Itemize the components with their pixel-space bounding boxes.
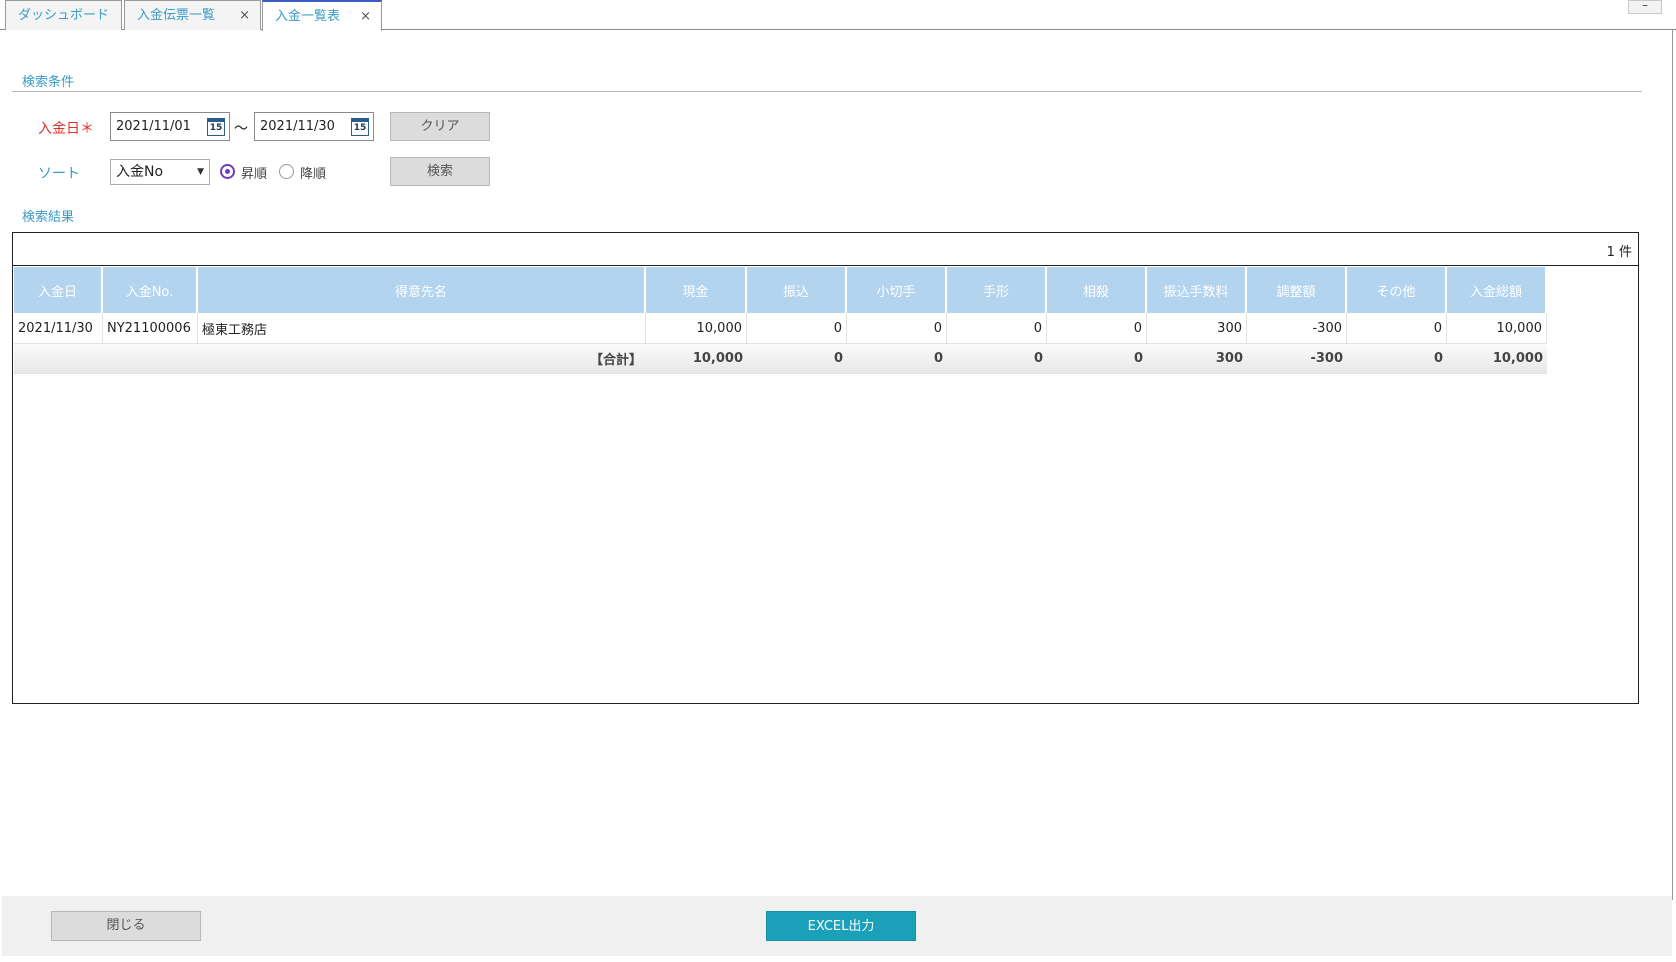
cell-customer: 極東工務店 <box>198 313 646 344</box>
total-cash: 10,000 <box>646 344 747 374</box>
sort-label: ソート <box>38 166 80 182</box>
table-header-row: 入金日 入金No. 得意先名 現金 振込 小切手 手形 相殺 振込手数料 調整額… <box>14 267 1547 313</box>
clear-button[interactable]: クリア <box>390 112 490 141</box>
date-to-input[interactable]: 2021/11/30 15 <box>254 112 374 141</box>
total-label: 【合計】 <box>14 344 646 374</box>
date-from-value: 2021/11/01 <box>116 119 191 134</box>
cell-deposit-no: NY21100006 <box>103 313 198 344</box>
search-section-title: 検索条件 <box>22 75 75 90</box>
cell-transfer: 0 <box>747 313 847 344</box>
radio-ascending[interactable] <box>220 164 235 179</box>
column-header[interactable]: 得意先名 <box>198 267 646 313</box>
column-header[interactable]: 入金総額 <box>1447 267 1547 313</box>
table-row[interactable]: 2021/11/30 NY21100006 極東工務店 10,000 0 0 0… <box>14 313 1547 344</box>
total-other: 0 <box>1347 344 1447 374</box>
column-header[interactable]: 振込手数料 <box>1147 267 1247 313</box>
total-amount: 10,000 <box>1447 344 1547 374</box>
results-section-title: 検索結果 <box>22 210 75 225</box>
cell-total-amount: 10,000 <box>1447 313 1547 344</box>
section-divider <box>12 91 1642 92</box>
cell-adjustment: -300 <box>1247 313 1347 344</box>
results-table: 入金日 入金No. 得意先名 現金 振込 小切手 手形 相殺 振込手数料 調整額… <box>14 267 1547 374</box>
deposit-date-label: 入金日＊ <box>38 121 94 137</box>
sort-select[interactable]: 入金No ▼ <box>110 159 210 185</box>
results-panel: 1 件 入金日 入金No. 得意先名 現金 振込 小切手 手形 相殺 振込手数料… <box>12 232 1639 704</box>
radio-ascending-label: 昇順 <box>241 167 268 182</box>
tab-deposit-slip-list[interactable]: 入金伝票一覧 × <box>124 0 261 30</box>
cell-offset: 0 <box>1047 313 1147 344</box>
column-header[interactable]: その他 <box>1347 267 1447 313</box>
footer-bar: 閉じる EXCEL出力 <box>2 896 1672 956</box>
column-header[interactable]: 手形 <box>947 267 1047 313</box>
close-icon[interactable]: × <box>239 1 250 31</box>
result-count-bar: 1 件 <box>13 233 1638 266</box>
total-offset: 0 <box>1047 344 1147 374</box>
tab-label: 入金一覧表 <box>275 9 341 24</box>
tab-label: 入金伝票一覧 <box>137 8 216 23</box>
total-transfer-fee: 300 <box>1147 344 1247 374</box>
chevron-down-icon: ▼ <box>197 167 204 177</box>
column-header[interactable]: 相殺 <box>1047 267 1147 313</box>
tab-bar: ダッシュボード 入金伝票一覧 × 入金一覧表 × – <box>0 0 1676 31</box>
radio-descending[interactable] <box>279 164 294 179</box>
cell-date: 2021/11/30 <box>14 313 103 344</box>
total-bill: 0 <box>947 344 1047 374</box>
cell-transfer-fee: 300 <box>1147 313 1247 344</box>
close-button[interactable]: 閉じる <box>51 911 201 941</box>
result-count: 1 件 <box>1606 245 1632 260</box>
radio-descending-label: 降順 <box>300 167 327 182</box>
minimize-icon[interactable]: – <box>1628 0 1662 14</box>
cell-check: 0 <box>847 313 947 344</box>
column-header[interactable]: 振込 <box>747 267 847 313</box>
table-total-row: 【合計】 10,000 0 0 0 0 300 -300 0 10,000 <box>14 344 1547 374</box>
tab-dashboard[interactable]: ダッシュボード <box>5 0 122 30</box>
column-header[interactable]: 調整額 <box>1247 267 1347 313</box>
cell-cash: 10,000 <box>646 313 747 344</box>
sort-selected-value: 入金No <box>116 164 164 180</box>
total-check: 0 <box>847 344 947 374</box>
search-button[interactable]: 検索 <box>390 157 490 186</box>
column-header[interactable]: 入金日 <box>14 267 103 313</box>
close-icon[interactable]: × <box>360 2 371 32</box>
cell-bill: 0 <box>947 313 1047 344</box>
excel-export-button[interactable]: EXCEL出力 <box>766 911 916 941</box>
tab-deposit-summary[interactable]: 入金一覧表 × <box>262 0 382 31</box>
column-header[interactable]: 小切手 <box>847 267 947 313</box>
cell-other: 0 <box>1347 313 1447 344</box>
calendar-icon[interactable]: 15 <box>207 118 225 136</box>
window-border <box>1672 30 1673 900</box>
date-from-input[interactable]: 2021/11/01 15 <box>110 112 230 141</box>
column-header[interactable]: 入金No. <box>103 267 198 313</box>
total-adjustment: -300 <box>1247 344 1347 374</box>
tab-label: ダッシュボード <box>18 8 110 23</box>
total-transfer: 0 <box>747 344 847 374</box>
calendar-icon[interactable]: 15 <box>351 118 369 136</box>
column-header[interactable]: 現金 <box>646 267 747 313</box>
date-to-value: 2021/11/30 <box>260 119 335 134</box>
range-separator: ～ <box>234 121 248 137</box>
